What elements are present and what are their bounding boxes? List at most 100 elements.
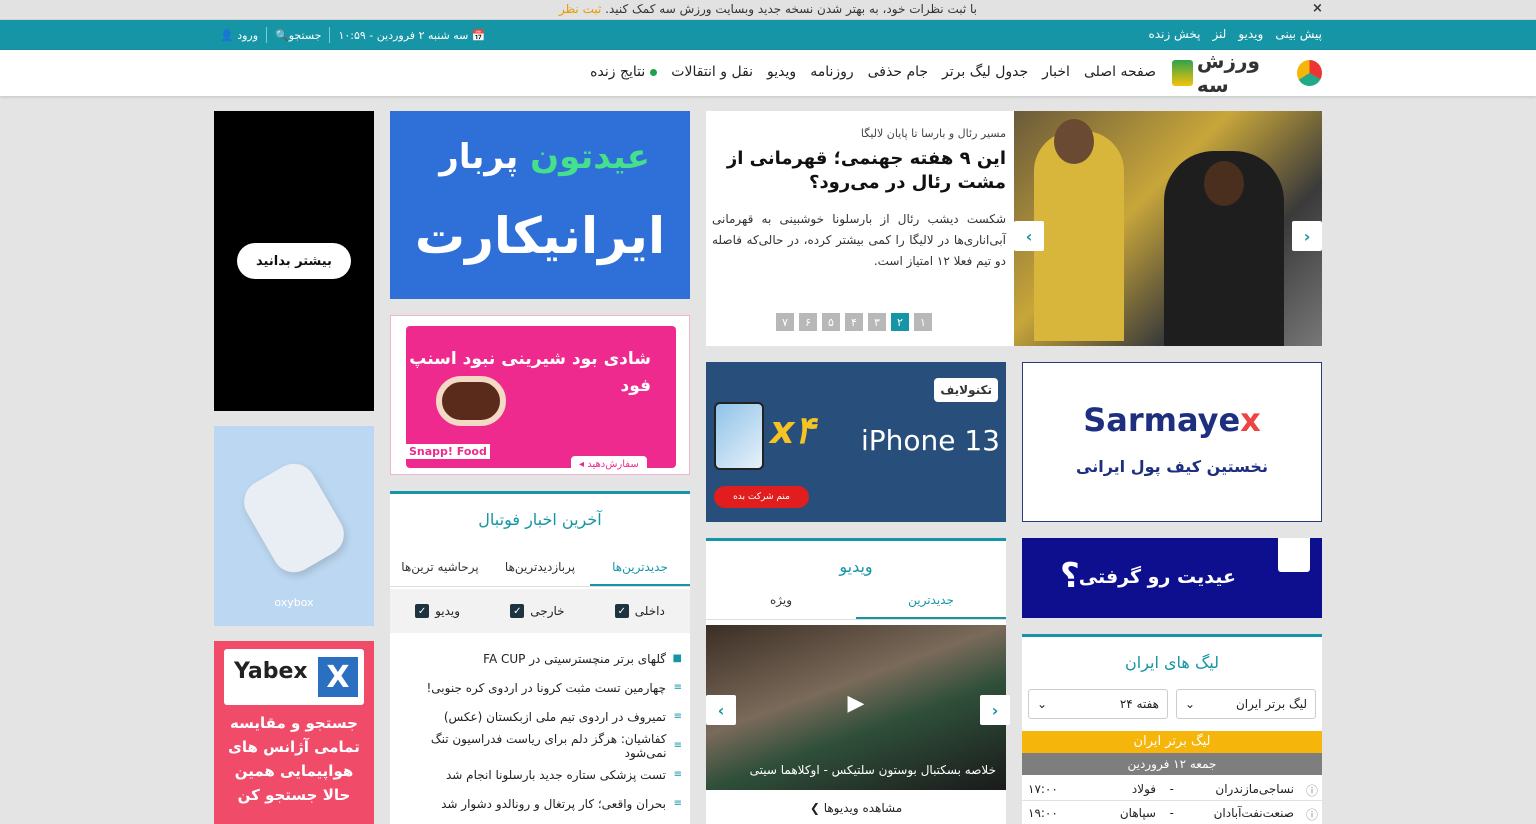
chevron-down-icon: ⌄ — [1037, 697, 1048, 711]
close-icon[interactable]: × — [1312, 1, 1323, 16]
match-row[interactable]: ⓘ صنعت‌نفت‌آبادان - سپاهان ۱۹:۰۰ — [1022, 801, 1322, 824]
pager-dot-active[interactable]: ۲ — [891, 313, 909, 331]
video-icon: ■ — [672, 653, 682, 664]
filter-domestic[interactable]: ✓ داخلی — [614, 604, 665, 618]
nav-league-table[interactable]: جدول لیگ برتر — [942, 64, 1028, 80]
list-item[interactable]: ≡ بحران واقعی؛ کار پرتغال و رونالدو دشوار… — [397, 789, 682, 818]
search-button[interactable]: 🔍جستجو — [275, 29, 321, 42]
chevron-left-icon: ‹ — [1025, 226, 1033, 246]
view-videos-link[interactable]: مشاهده ویدیوها ❯ — [706, 801, 1006, 815]
nav-home[interactable]: صفحه اصلی — [1084, 64, 1156, 80]
video-caption: خلاصه بسکتبال بوستون سلتیکس - اوکلاهما س… — [749, 763, 996, 777]
league-name-bar: لیگ برتر ایران — [1022, 731, 1322, 753]
info-icon[interactable]: ⓘ — [1306, 782, 1318, 799]
video-thumbnail[interactable]: ▶ ‹ › خلاصه بسکتبال بوستون سلتیکس - اوکل… — [706, 625, 1010, 790]
divider — [266, 27, 268, 43]
league-title: لیگ های ایران — [1125, 653, 1219, 672]
link-predictions[interactable]: پیش بینی — [1275, 27, 1322, 41]
list-item[interactable]: ≡ چهارمین تست مثبت کرونا در اردوی کره جنو… — [397, 673, 682, 702]
video-prev-button[interactable]: ‹ — [706, 695, 736, 725]
score-separator: - — [1169, 782, 1174, 796]
link-lens[interactable]: لنز — [1212, 27, 1226, 41]
headline-description: شکست دیشب رئال از بارسلونا خوشبینی به قه… — [712, 212, 1006, 268]
top-utility-bar: 👤 ورود 🔍جستجو 📅 سه شنبه ۲ فروردین - ۱۰:۵… — [0, 20, 1536, 50]
slider-prev-button[interactable]: ‹ — [1014, 221, 1044, 251]
technolife-logo: تکنولایف — [934, 378, 998, 402]
player-head — [1054, 119, 1094, 164]
ad-technolife[interactable]: تکنولایف iPhone 13 x۴ منم شرکت بده — [706, 362, 1006, 522]
info-icon[interactable]: ⓘ — [1306, 806, 1318, 823]
checkbox-checked-icon[interactable]: ✓ — [614, 604, 629, 618]
divider — [329, 27, 331, 43]
phone-image — [714, 402, 764, 470]
slider-next-button[interactable]: › — [1292, 221, 1322, 251]
device-image — [236, 455, 352, 581]
tab-newest[interactable]: جدیدترین‌ها — [590, 550, 690, 586]
link-video[interactable]: ویدیو — [1238, 27, 1263, 41]
filter-video[interactable]: ✓ ویدیو — [415, 604, 460, 618]
text-icon: ≡ — [673, 798, 682, 809]
play-icon[interactable]: ▶ — [840, 691, 872, 723]
tab-most-controversial[interactable]: پرحاشیه ترین‌ها — [390, 550, 490, 586]
ad-iranicard[interactable]: عیدتون پربار ایرانیکارت — [390, 111, 690, 299]
pager-dot[interactable]: ۴ — [845, 313, 863, 331]
score-separator: - — [1169, 806, 1174, 820]
list-item[interactable]: ≡ تست پزشکی ستاره جدید بارسلونا انجام شد — [397, 760, 682, 789]
main-navbar: ورزش سه صفحه اصلی اخبار جدول لیگ برتر جا… — [0, 49, 1536, 97]
headline-slider: ‹ › مسیر رئال و بارسا تا پایان لالیگا ای… — [706, 111, 1322, 346]
match-row[interactable]: ⓘ نساجی‌مازندران - فولاد ۱۷:۰۰ — [1022, 777, 1322, 801]
logo-ball-icon — [1297, 60, 1322, 86]
list-item[interactable]: ≡ تمیروف در اردوی تیم ملی ازبکستان (عکس) — [397, 702, 682, 731]
tab-video-special[interactable]: ویژه — [706, 583, 856, 619]
nav-video[interactable]: ویدیو — [767, 64, 796, 80]
league-select[interactable]: لیگ برتر ایران ⌄ — [1176, 689, 1316, 719]
headline-photo[interactable]: ‹ › — [1014, 111, 1322, 346]
nav-newspaper[interactable]: روزنامه — [810, 64, 853, 80]
chevron-right-icon: › — [1303, 226, 1311, 246]
news-title: آخرین اخبار فوتبال — [478, 510, 602, 529]
calendar-icon: 📅 — [471, 28, 486, 42]
headline-title[interactable]: این ۹ هفته جهنمی؛ قهرمانی از مشت رئال در… — [716, 147, 1006, 195]
ad-sarmayex[interactable]: Sarmayex نخستین کیف پول ایرانی — [1022, 362, 1322, 522]
learn-more-button[interactable]: بیشتر بدانید — [237, 243, 351, 279]
ad-black[interactable]: بیشتر بدانید — [214, 111, 374, 411]
nav-live-results[interactable]: نتایج زنده — [590, 64, 658, 80]
order-button[interactable]: سفارش‌دهید ◂ — [571, 456, 647, 473]
chevron-down-icon: ⌄ — [1185, 697, 1196, 711]
pager-dot[interactable]: ۳ — [868, 313, 886, 331]
feedback-message: با ثبت نظرات خود، به بهتر شدن نسخه جدید … — [558, 2, 978, 16]
link-live-stream[interactable]: پخش زنده — [1149, 27, 1201, 41]
snappfood-logo: Snapp! Food — [406, 444, 490, 459]
filter-foreign[interactable]: ✓ خارجی — [510, 604, 565, 618]
cake-image — [436, 376, 506, 426]
ad-oxybox[interactable]: oxybox — [214, 426, 374, 626]
pager-dot[interactable]: ۶ — [799, 313, 817, 331]
login-button[interactable]: 👤 ورود — [220, 29, 258, 42]
video-box: ویدیو جدیدترین ویژه ▶ ‹ › خلاصه بسکتبال … — [706, 538, 1010, 824]
list-item[interactable]: ■ گلهای برتر منچسترسیتی در FA CUP — [397, 644, 682, 673]
checkbox-checked-icon[interactable]: ✓ — [510, 604, 525, 618]
pager-dot[interactable]: ۷ — [776, 313, 794, 331]
participate-button[interactable]: منم شرکت بده — [714, 486, 809, 508]
checkbox-checked-icon[interactable]: ✓ — [415, 604, 430, 618]
tab-most-viewed[interactable]: پربازدیدترین‌ها — [490, 550, 590, 586]
ad-eidi[interactable]: عیدیت رو گرفتی ؟ — [1022, 538, 1322, 618]
ad-yabex[interactable]: Yabex X جستجو و مقایسه تمامی آژانس های ه… — [214, 641, 374, 824]
pager-dot[interactable]: ۱ — [914, 313, 932, 331]
tab-video-newest[interactable]: جدیدترین — [856, 583, 1006, 619]
nav-transfers[interactable]: نقل و انتقالات — [671, 64, 753, 80]
site-logo[interactable]: ورزش سه — [1172, 49, 1322, 97]
feedback-link[interactable]: ثبت نظر — [559, 2, 601, 16]
iran-leagues-box: لیگ های ایران لیگ برتر ایران ⌄ هفته ۲۴ ⌄ ل… — [1022, 634, 1322, 824]
week-select[interactable]: هفته ۲۴ ⌄ — [1028, 689, 1168, 719]
nav-news[interactable]: اخبار — [1042, 64, 1070, 80]
video-next-button[interactable]: › — [980, 695, 1010, 725]
list-item[interactable]: ≡ کفاشیان: هرگز دلم برای ریاست فدراسیون ت… — [397, 731, 682, 760]
slider-pager: ۱ ۲ ۳ ۴ ۵ ۶ ۷ — [776, 313, 932, 331]
latest-news-box: آخرین اخبار فوتبال جدیدترین‌ها پربازدیدت… — [390, 491, 690, 824]
date-display: 📅 سه شنبه ۲ فروردین - ۱۰:۵۹ — [338, 28, 486, 42]
nav-cup[interactable]: جام حذفی — [868, 64, 928, 80]
video-tabs: جدیدترین ویژه — [706, 583, 1006, 620]
ad-snappfood[interactable]: شادی بود شیرینی نبود اسنپ فود Snapp! Foo… — [390, 315, 690, 475]
pager-dot[interactable]: ۵ — [822, 313, 840, 331]
